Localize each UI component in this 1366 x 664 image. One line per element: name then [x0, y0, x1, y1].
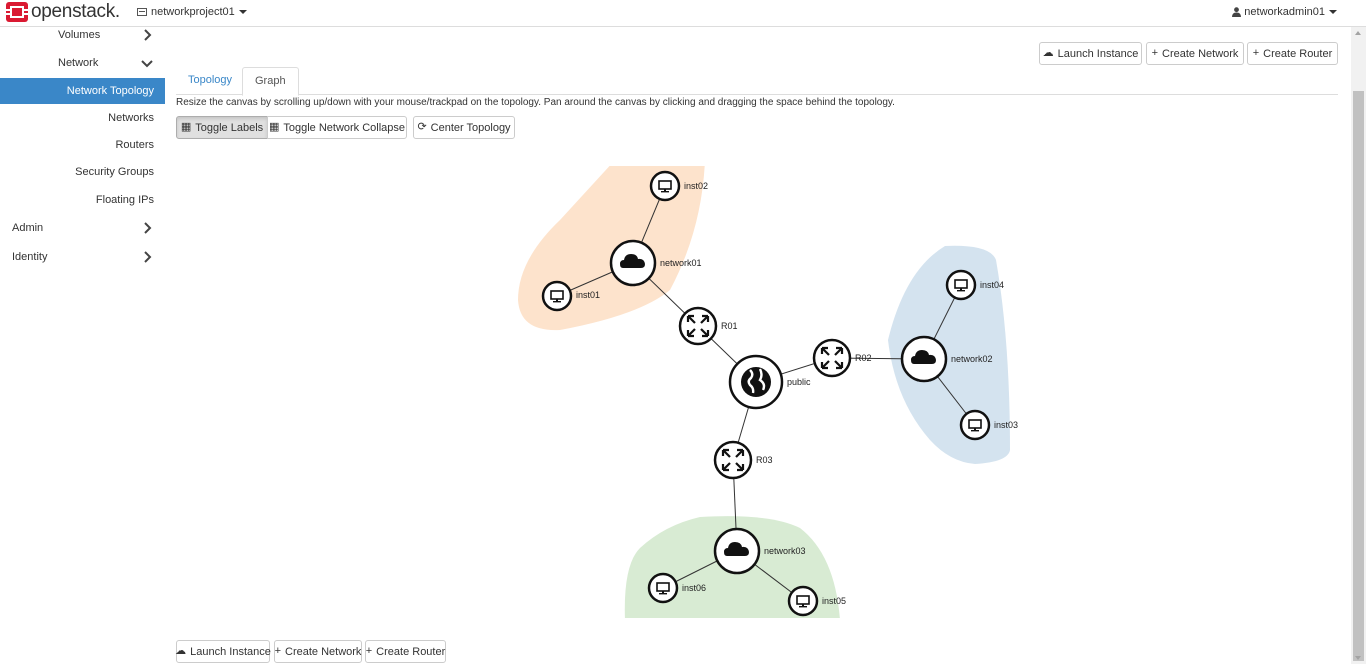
instance-inst01-label: inst01	[576, 290, 600, 300]
instance-inst03-label: inst03	[994, 420, 1018, 430]
network01-node[interactable]	[609, 239, 657, 287]
network02-node[interactable]	[900, 335, 948, 383]
instance-inst03-node[interactable]	[959, 409, 991, 441]
router-R02-label: R02	[855, 353, 872, 363]
router-R03-node[interactable]	[713, 440, 753, 480]
public-network-node[interactable]	[728, 354, 784, 410]
router-R01-label: R01	[721, 321, 738, 331]
instance-inst06-node[interactable]	[647, 572, 679, 604]
network03-node[interactable]	[713, 527, 761, 575]
router-R01-node[interactable]	[678, 306, 718, 346]
scroll-down-arrow-icon[interactable]	[1355, 656, 1361, 660]
scroll-up-arrow-icon[interactable]	[1355, 31, 1361, 35]
router-R03-label: R03	[756, 455, 773, 465]
network03-label: network03	[764, 546, 806, 556]
network02-label: network02	[951, 354, 993, 364]
topology-canvas[interactable]: public R01 R02 R03 network01 network02 n…	[0, 0, 1366, 664]
instance-inst04-label: inst04	[980, 280, 1004, 290]
router-R02-node[interactable]	[812, 338, 852, 378]
instance-inst02-label: inst02	[684, 181, 708, 191]
instance-inst05-node[interactable]	[787, 585, 819, 617]
network01-label: network01	[660, 258, 702, 268]
instance-inst06-label: inst06	[682, 583, 706, 593]
instance-inst01-node[interactable]	[541, 280, 573, 312]
instance-inst02-node[interactable]	[649, 170, 681, 202]
instance-inst04-node[interactable]	[945, 269, 977, 301]
public-label: public	[787, 377, 811, 387]
instance-inst05-label: inst05	[822, 596, 846, 606]
scrollbar-thumb[interactable]	[1353, 91, 1364, 661]
page-scrollbar[interactable]	[1351, 27, 1366, 664]
